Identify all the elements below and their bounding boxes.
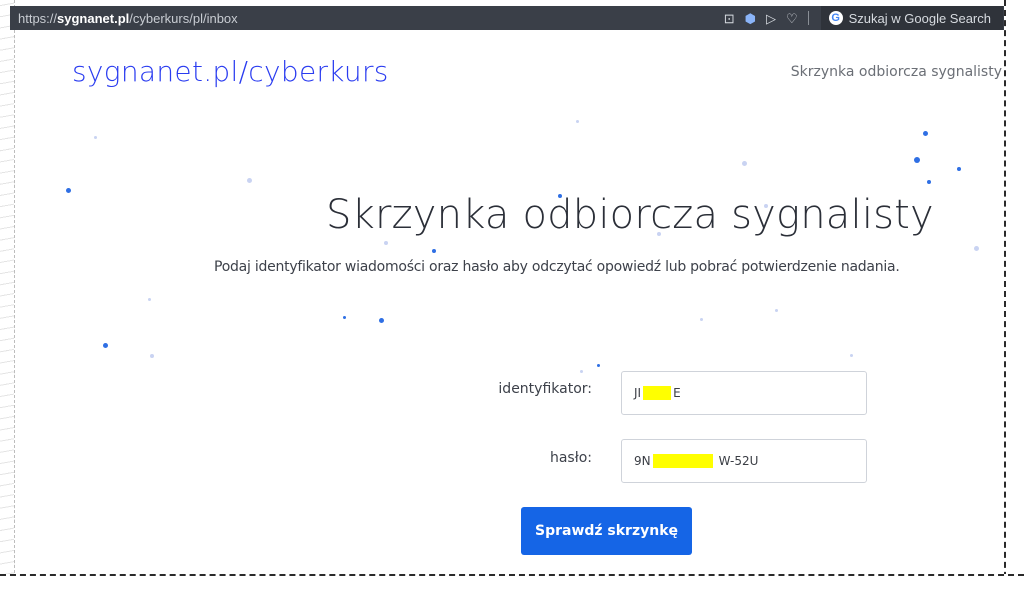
password-label: hasło: (549, 450, 592, 466)
redaction-mark (652, 454, 713, 468)
password-value-start: 9N (634, 454, 651, 468)
password-value-end: W-52U (718, 454, 759, 468)
send-icon[interactable]: ▷ (766, 12, 776, 25)
heart-icon[interactable]: ♡ (786, 12, 798, 25)
browser-toolbar: https://sygnanet.pl/cyberkurs/pl/inbox ⊡… (10, 6, 1013, 30)
search-box[interactable]: G Szukaj w Google Search (820, 6, 1003, 30)
identifier-value-start: JI (634, 386, 642, 400)
screenshot-icon[interactable]: ⊡ (724, 12, 735, 25)
redaction-mark (643, 386, 672, 400)
search-box-label: Szukaj w Google Search (848, 10, 991, 26)
google-icon: G (828, 11, 843, 25)
toolbar-divider (807, 11, 809, 25)
torn-edge-right (1004, 0, 1024, 598)
shield-icon[interactable]: ⬢ (745, 12, 756, 25)
address-bar[interactable]: https://sygnanet.pl/cyberkurs/pl/inbox (10, 11, 724, 26)
torn-edge-left (0, 0, 15, 598)
url-path: /cyberkurs/pl/inbox (129, 10, 238, 26)
page-subtitle: Podaj identyfikator wiadomości oraz hasł… (214, 259, 900, 275)
site-logo[interactable]: sygnanet.pl/cyberkurs (72, 55, 389, 88)
check-inbox-button[interactable]: Sprawdź skrzynkę (521, 507, 692, 555)
identifier-value-end: E (673, 386, 681, 400)
url-scheme: https:// (18, 10, 58, 26)
torn-edge-bottom (0, 574, 1024, 598)
page-title: Skrzynka odbiorcza sygnalisty (326, 192, 934, 238)
identifier-input[interactable]: JI E (621, 371, 867, 415)
nav-link-inbox[interactable]: Skrzynka odbiorcza sygnalisty (791, 64, 1002, 80)
password-input[interactable]: 9N W-52U (621, 439, 867, 483)
identifier-label: identyfikator: (498, 381, 592, 397)
url-host: sygnanet.pl (57, 10, 130, 26)
